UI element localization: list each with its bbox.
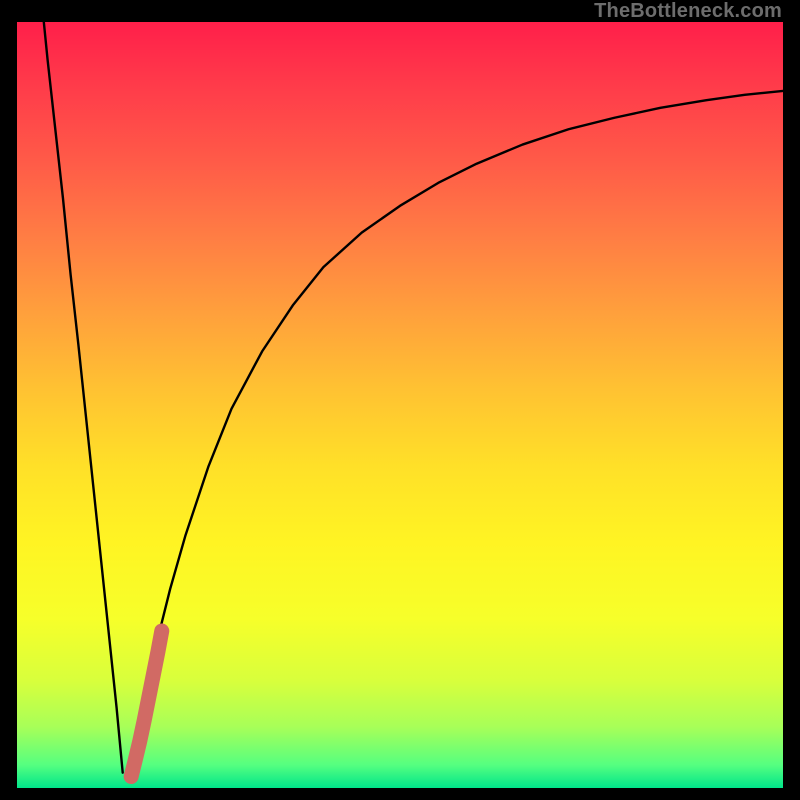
- curve-right-branch: [127, 91, 783, 780]
- plot-area: [17, 22, 783, 788]
- watermark-text: TheBottleneck.com: [594, 0, 782, 23]
- curve-accent-segment: [131, 631, 162, 777]
- chart-frame: TheBottleneck.com: [0, 0, 800, 800]
- curves-svg: [17, 22, 783, 788]
- curve-left-branch: [44, 22, 123, 773]
